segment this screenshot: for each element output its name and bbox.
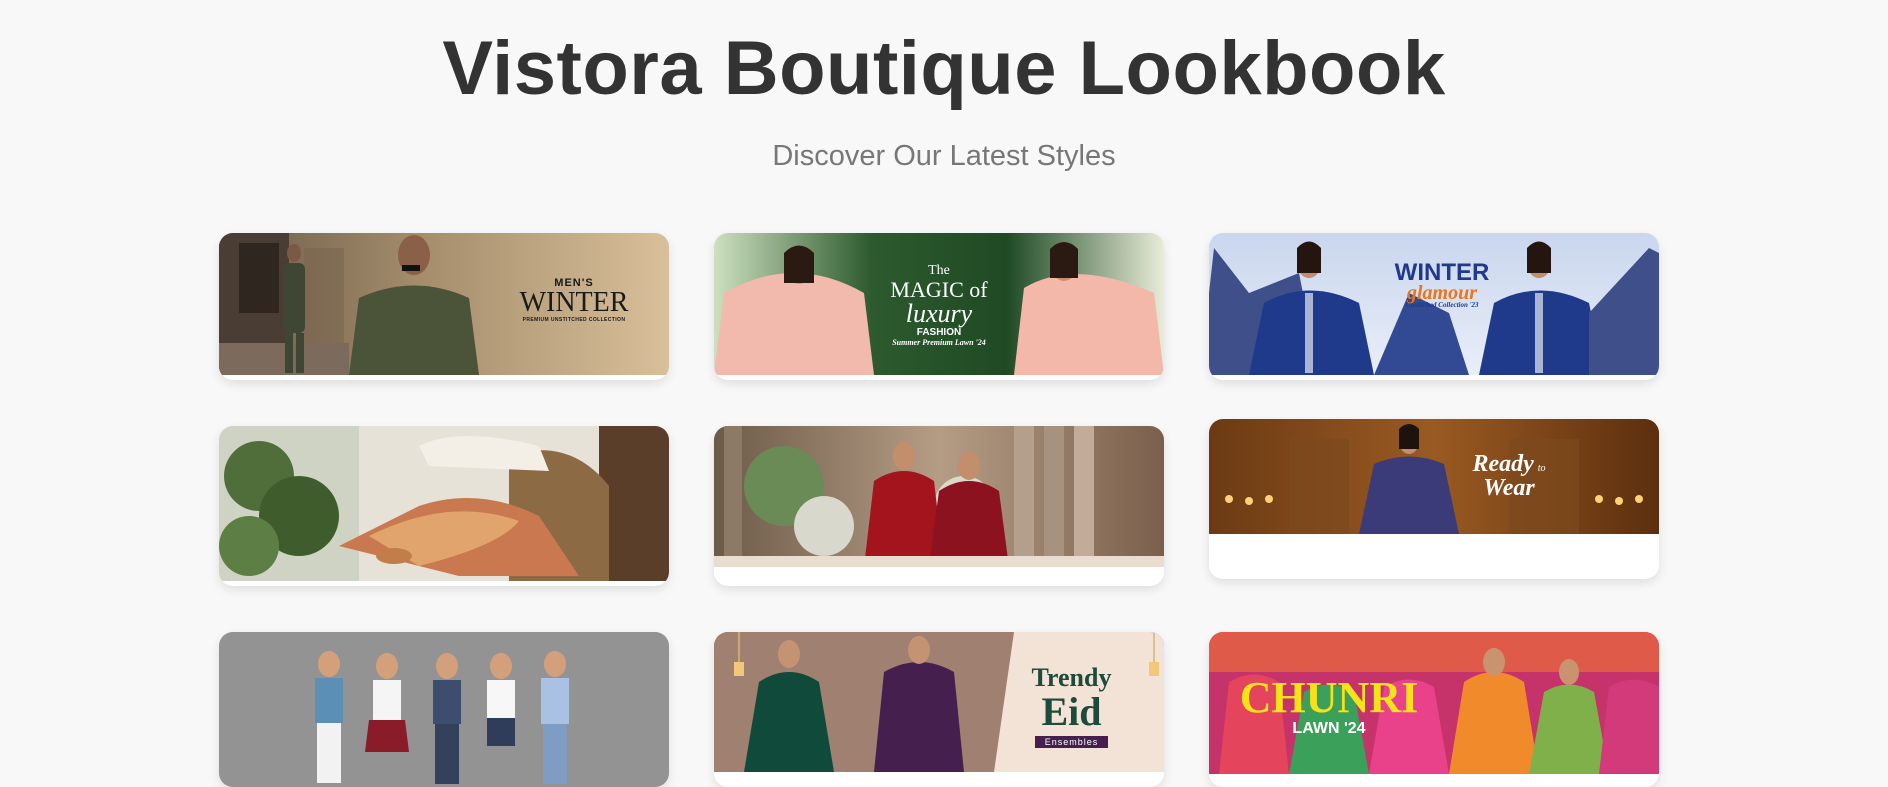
banner-image-floral-lounge [219,426,669,581]
caption-line: glamour [1406,282,1478,304]
ready-to-wear-caption: Ready to Wear [1469,451,1549,501]
winter-glamour-caption: WINTER glamour Unstitched Collection '23 [1387,261,1497,310]
banner-image-trendy-eid: Trendy Eid Ensembles [714,632,1164,772]
caption-line: Ready [1472,451,1534,477]
trendy-eid-caption: Trendy Eid Ensembles [1014,664,1129,750]
caption-line: Unstitched Collection '23 [1405,301,1479,309]
caption-line: Trendy [1031,663,1112,692]
caption-line: WINTER [519,287,629,318]
gallery-card-trendy-eid[interactable]: Trendy Eid Ensembles [714,632,1164,787]
caption-line: PREMIUM UNSTITCHED COLLECTION [522,317,626,323]
magic-luxury-caption: The MAGIC of luxury FASHION Summer Premi… [874,263,1004,347]
caption-line: Eid [1041,689,1102,734]
caption-line: to [1537,463,1546,474]
mens-winter-caption: MEN'S WINTER PREMIUM UNSTITCHED COLLECTI… [519,277,629,323]
banner-image-chunri-lawn: CHUNRI LAWN '24 [1209,632,1659,774]
caption-line: Wear [1483,475,1535,501]
caption-line: Ensembles [1034,736,1109,748]
gallery-card-floral-lounge[interactable] [219,426,669,586]
banner-image-mens-winter: MEN'S WINTER PREMIUM UNSTITCHED COLLECTI… [219,233,669,375]
caption-line: FASHION [916,327,962,338]
banner-image-winter-glamour: WINTER glamour Unstitched Collection '23 [1209,233,1659,375]
gallery-card-kids-collection[interactable] [219,632,669,787]
gallery-card-ready-to-wear[interactable]: Ready to Wear [1209,419,1659,579]
page-title: Vistora Boutique Lookbook [442,26,1446,111]
gallery-card-magic-luxury[interactable]: The MAGIC of luxury FASHION Summer Premi… [714,233,1164,380]
caption-line: Summer Premium Lawn '24 [892,338,986,347]
caption-line: MAGIC of [890,277,988,302]
page-subtitle: Discover Our Latest Styles [772,140,1116,172]
gallery-card-chunri-lawn[interactable]: CHUNRI LAWN '24 [1209,632,1659,787]
caption-line: luxury [905,299,973,328]
caption-line: CHUNRI [1239,673,1419,722]
caption-line: LAWN '24 [1292,720,1366,737]
banner-image-bridal-red [714,426,1164,567]
gallery-card-mens-winter[interactable]: MEN'S WINTER PREMIUM UNSTITCHED COLLECTI… [219,233,669,380]
banner-image-ready-to-wear: Ready to Wear [1209,419,1659,534]
banner-image-magic-luxury: The MAGIC of luxury FASHION Summer Premi… [714,233,1164,375]
banner-image-kids-collection [219,632,669,787]
chunri-lawn-caption: CHUNRI LAWN '24 [1239,676,1419,738]
gallery-card-winter-glamour[interactable]: WINTER glamour Unstitched Collection '23 [1209,233,1659,380]
gallery-card-bridal-red[interactable] [714,426,1164,586]
